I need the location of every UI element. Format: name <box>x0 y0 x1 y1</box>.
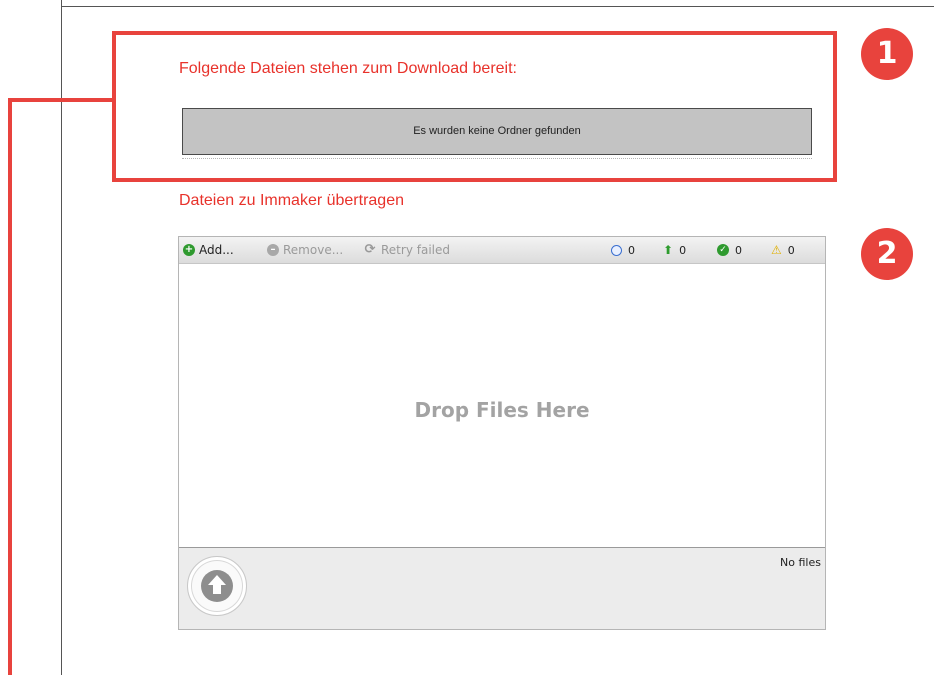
page-frame-top-border <box>61 6 934 7</box>
remove-files-button[interactable]: – Remove... <box>267 242 343 258</box>
remove-files-label: Remove... <box>283 243 344 257</box>
upload-section-title: Dateien zu Immaker übertragen <box>179 192 404 209</box>
queued-counter: 0 <box>611 242 635 258</box>
downloads-section-title: Folgende Dateien stehen zum Download ber… <box>179 60 517 77</box>
failed-count: 0 <box>787 243 795 257</box>
add-files-label: Add... <box>199 243 234 257</box>
callout-connector-horizontal <box>8 98 116 102</box>
completed-counter: ✓ 0 <box>717 242 742 258</box>
file-uploader: + Add... – Remove... ⟳ Retry failed 0 ⬆ … <box>178 236 826 630</box>
check-circle-icon: ✓ <box>717 244 729 256</box>
uploading-count: 0 <box>679 243 687 257</box>
refresh-icon: ⟳ <box>364 242 376 257</box>
file-status-text: No files <box>780 556 821 569</box>
drop-files-text: Drop Files Here <box>414 398 590 422</box>
section-divider <box>182 158 812 159</box>
upload-button[interactable] <box>187 556 247 616</box>
failed-counter: ⚠ 0 <box>771 242 795 258</box>
callout-connector-vertical <box>8 98 12 675</box>
callout-highlight-box <box>112 31 837 182</box>
completed-count: 0 <box>735 243 742 257</box>
callout-badge-2: 2 <box>861 228 913 280</box>
upload-arrow-icon <box>201 570 233 602</box>
queued-count: 0 <box>628 243 635 257</box>
plus-circle-icon: + <box>183 244 195 256</box>
retry-failed-label: Retry failed <box>381 243 450 257</box>
clock-icon <box>611 244 622 256</box>
uploading-counter: ⬆ 0 <box>663 242 686 258</box>
uploader-toolbar: + Add... – Remove... ⟳ Retry failed 0 ⬆ … <box>179 237 825 264</box>
minus-circle-icon: – <box>267 244 279 256</box>
uploader-footer: No files <box>179 548 825 629</box>
no-folders-message: Es wurden keine Ordner gefunden <box>182 108 812 155</box>
retry-failed-button[interactable]: ⟳ Retry failed <box>363 242 450 258</box>
warning-icon: ⚠ <box>771 243 782 257</box>
drop-zone[interactable]: Drop Files Here <box>179 264 825 548</box>
add-files-button[interactable]: + Add... <box>183 242 234 258</box>
callout-badge-1: 1 <box>861 28 913 80</box>
arrow-up-icon: ⬆ <box>663 243 674 257</box>
